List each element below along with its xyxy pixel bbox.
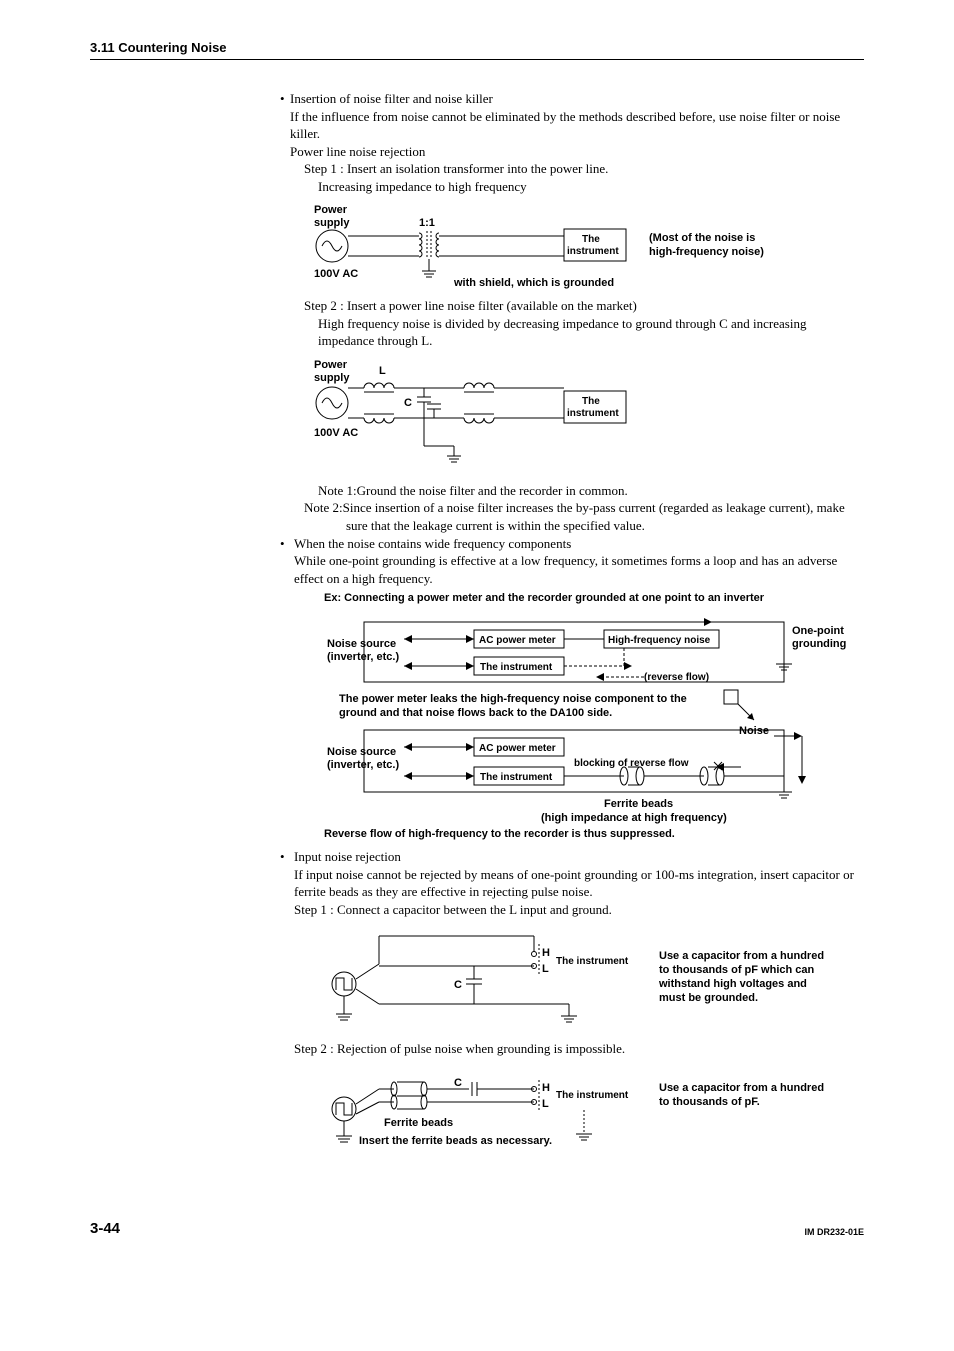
svg-text:AC power meter: AC power meter — [479, 635, 556, 646]
svg-text:The power meter leaks the high: The power meter leaks the high-frequency… — [339, 693, 687, 705]
svg-text:(high impedance at high freque: (high impedance at high frequency) — [541, 812, 727, 824]
svg-text:Reverse flow of high-frequency: Reverse flow of high-frequency to the re… — [324, 828, 675, 840]
paragraph: If the influence from noise cannot be el… — [290, 108, 864, 143]
svg-text:The instrument: The instrument — [480, 662, 553, 673]
svg-text:(reverse flow): (reverse flow) — [644, 672, 709, 683]
bullet-icon: • — [280, 535, 294, 848]
svg-text:H: H — [542, 947, 550, 959]
svg-text:Noise: Noise — [739, 725, 769, 737]
svg-text:with shield, which is grounded: with shield, which is grounded — [453, 277, 614, 289]
bullet-title: When the noise contains wide frequency c… — [294, 535, 864, 553]
document-id: IM DR232-01E — [804, 1227, 864, 1237]
svg-text:AC power meter: AC power meter — [479, 743, 556, 754]
step-title: Step 1 : Connect a capacitor between the… — [294, 901, 864, 919]
svg-text:Ferrite beads: Ferrite beads — [384, 1117, 453, 1129]
page-number: 3-44 — [90, 1220, 120, 1237]
svg-text:Ferrite beads: Ferrite beads — [604, 798, 673, 810]
svg-text:Insert the ferrite beads as ne: Insert the ferrite beads as necessary. — [359, 1135, 552, 1147]
svg-text:The instrument: The instrument — [480, 772, 553, 783]
bullet-title: Insertion of noise filter and noise kill… — [290, 90, 864, 108]
example-title: Ex: Connecting a power meter and the rec… — [324, 591, 864, 606]
svg-text:L: L — [542, 963, 549, 975]
svg-text:100V AC: 100V AC — [314, 427, 358, 439]
svg-text:The: The — [582, 234, 600, 245]
svg-text:(inverter, etc.): (inverter, etc.) — [327, 759, 399, 771]
svg-text:High-frequency noise: High-frequency noise — [608, 635, 711, 646]
svg-text:C: C — [454, 979, 462, 991]
bullet-title: Input noise rejection — [294, 848, 864, 866]
svg-text:to thousands of pF.: to thousands of pF. — [659, 1096, 760, 1108]
svg-text:L: L — [379, 365, 386, 377]
section-header: 3.11 Countering Noise — [90, 40, 864, 60]
step-subtitle: Increasing impedance to high frequency — [318, 178, 864, 196]
figure-input-capacitor: H L The instrument C — [324, 924, 864, 1034]
svg-text:supply: supply — [314, 372, 350, 384]
figure-line-filter: Power supply 100V AC L — [304, 356, 864, 476]
svg-text:(Most of the noise is: (Most of the noise is — [649, 232, 755, 244]
svg-text:L: L — [542, 1098, 549, 1110]
svg-text:supply: supply — [314, 217, 350, 229]
svg-text:Power: Power — [314, 204, 348, 216]
paragraph: While one-point grounding is effective a… — [294, 552, 864, 587]
svg-text:Use a capacitor from a hundred: Use a capacitor from a hundred — [659, 950, 824, 962]
svg-text:The instrument: The instrument — [556, 956, 629, 967]
svg-text:Power: Power — [314, 359, 348, 371]
svg-text:Use a capacitor from a hundred: Use a capacitor from a hundred — [659, 1082, 824, 1094]
paragraph: If input noise cannot be rejected by mea… — [294, 866, 864, 901]
paragraph: Power line noise rejection — [290, 143, 864, 161]
svg-text:instrument: instrument — [567, 408, 619, 419]
svg-text:high-frequency noise): high-frequency noise) — [649, 246, 764, 258]
figure-isolation-transformer: Power supply 100V AC 1:1 — [304, 201, 864, 291]
svg-text:instrument: instrument — [567, 246, 619, 257]
svg-text:(inverter, etc.): (inverter, etc.) — [327, 651, 399, 663]
svg-text:One-point: One-point — [792, 625, 844, 637]
svg-text:to thousands of pF which can: to thousands of pF which can — [659, 964, 815, 976]
note: Note 1:Ground the noise filter and the r… — [318, 482, 864, 500]
bullet-icon: • — [280, 848, 294, 1170]
bullet-icon: • — [280, 90, 290, 535]
svg-text:ground and that noise flows ba: ground and that noise flows back to the … — [339, 707, 612, 719]
figure-one-point-grounding: Noise source (inverter, etc.) AC power m… — [324, 612, 864, 842]
step-title: Step 1 : Insert an isolation transformer… — [304, 160, 864, 178]
main-content: • Insertion of noise filter and noise ki… — [280, 90, 864, 1170]
svg-text:Noise source: Noise source — [327, 746, 396, 758]
svg-text:withstand high voltages and: withstand high voltages and — [658, 978, 807, 990]
svg-text:The instrument: The instrument — [556, 1090, 629, 1101]
svg-text:grounding: grounding — [792, 638, 846, 650]
svg-text:100V AC: 100V AC — [314, 268, 358, 280]
step-subtitle: High frequency noise is divided by decre… — [318, 315, 864, 350]
svg-text:1:1: 1:1 — [419, 217, 435, 229]
note: Note 2:Since insertion of a noise filter… — [346, 499, 864, 534]
svg-text:must be grounded.: must be grounded. — [659, 992, 758, 1004]
figure-ferrite-beads: C H L The instrument Ferrite beads Inser… — [324, 1064, 864, 1164]
svg-text:C: C — [404, 397, 412, 409]
svg-text:C: C — [454, 1077, 462, 1089]
svg-text:Noise source: Noise source — [327, 638, 396, 650]
step-title: Step 2 : Insert a power line noise filte… — [304, 297, 864, 315]
svg-text:The: The — [582, 396, 600, 407]
svg-text:H: H — [542, 1082, 550, 1094]
step-title: Step 2 : Rejection of pulse noise when g… — [294, 1040, 864, 1058]
